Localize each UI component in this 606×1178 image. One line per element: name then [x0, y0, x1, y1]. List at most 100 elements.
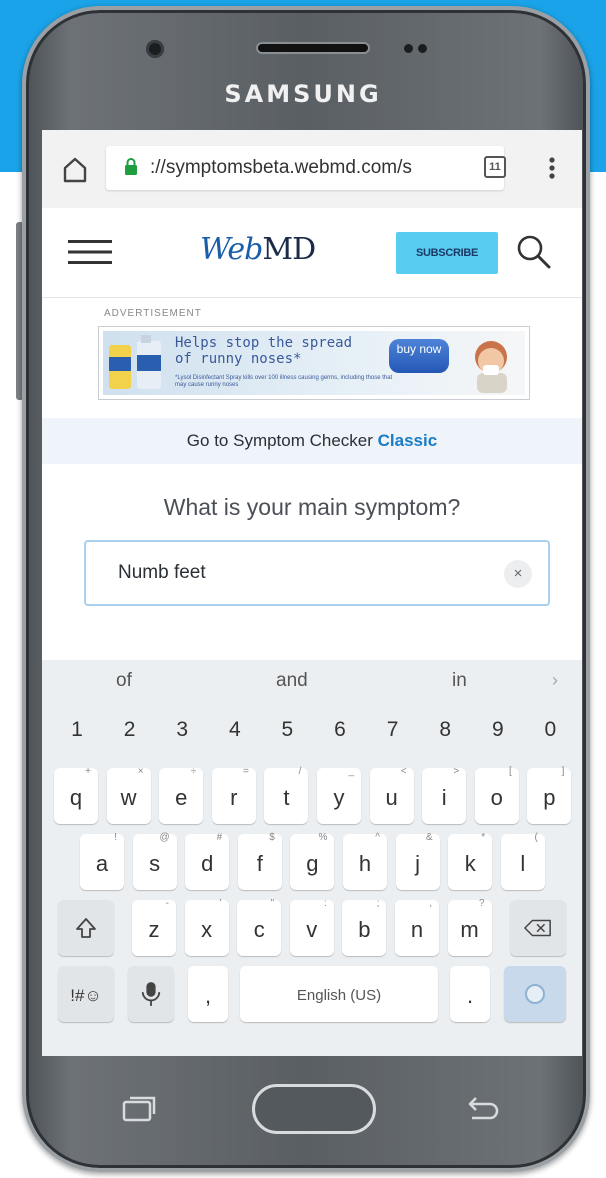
- symptom-input[interactable]: Numb feet ×: [84, 540, 550, 606]
- keyboard-row-3: z - x ' c " v: b; n, m?: [42, 898, 582, 958]
- webmd-logo[interactable]: WebMD: [200, 232, 316, 267]
- key-s[interactable]: s @: [132, 832, 177, 890]
- key-z[interactable]: z-: [132, 898, 176, 956]
- period-key[interactable]: .: [450, 966, 490, 1022]
- clear-input-icon[interactable]: ×: [504, 560, 532, 588]
- key-q[interactable]: q +: [54, 766, 98, 824]
- key-w[interactable]: w ×: [106, 766, 151, 824]
- key-e[interactable]: e ÷: [159, 766, 204, 824]
- comma-key[interactable]: ,: [188, 966, 228, 1022]
- number-key-3[interactable]: 3: [159, 708, 205, 752]
- key-n[interactable]: n,: [395, 898, 439, 956]
- keyboard-row-2: a! s @ d # f $ g% h ^ j & k * l(: [42, 832, 582, 892]
- key-j-hint: &: [425, 832, 433, 843]
- subscribe-button[interactable]: SUBSCRIBE: [396, 232, 498, 274]
- voice-input-key[interactable]: [128, 966, 174, 1022]
- ad-banner[interactable]: Helps stop the spread of runny noses* *L…: [98, 326, 530, 400]
- number-key-8[interactable]: 8: [422, 708, 468, 752]
- key-h[interactable]: h ^: [343, 832, 387, 890]
- key-y[interactable]: y _: [317, 766, 361, 824]
- key-v-hint: :: [324, 898, 327, 909]
- home-icon[interactable]: [62, 154, 88, 184]
- number-key-9[interactable]: 9: [475, 708, 521, 752]
- key-x-label: x: [201, 917, 213, 942]
- suggestion-item[interactable]: in: [452, 670, 467, 692]
- key-c-hint: ": [270, 898, 275, 909]
- key-m[interactable]: m?: [447, 898, 492, 956]
- key-i[interactable]: i >: [422, 766, 467, 824]
- child-image: [475, 341, 507, 393]
- number-key-0[interactable]: 0: [527, 708, 573, 752]
- symbols-key[interactable]: !#☺: [58, 966, 114, 1022]
- key-i-label: i: [441, 785, 447, 810]
- key-q-hint: +: [85, 766, 91, 777]
- suggestion-item[interactable]: of: [116, 670, 132, 692]
- number-key-4[interactable]: 4: [212, 708, 258, 752]
- symptom-checker-classic-bar[interactable]: Go to Symptom Checker Classic: [42, 418, 582, 464]
- tabs-counter-icon[interactable]: 11: [484, 156, 506, 178]
- key-n-hint: ,: [429, 898, 432, 909]
- key-x[interactable]: x ': [184, 898, 229, 956]
- shift-key[interactable]: [58, 900, 114, 956]
- number-key-5[interactable]: 5: [264, 708, 310, 752]
- number-key-6[interactable]: 6: [317, 708, 363, 752]
- key-g-hint: %: [318, 832, 328, 843]
- key-k-hint: *: [481, 832, 486, 843]
- suggestion-item[interactable]: and: [276, 670, 308, 692]
- key-a[interactable]: a!: [80, 832, 124, 890]
- space-key[interactable]: English (US): [240, 966, 438, 1022]
- key-l[interactable]: l(: [500, 832, 545, 890]
- number-key-2[interactable]: 2: [107, 708, 153, 752]
- key-l-label: l: [520, 851, 526, 876]
- url-text: ://symptomsbeta.webmd.com/s: [150, 157, 412, 178]
- key-h-label: h: [358, 851, 372, 876]
- key-s-label: s: [149, 851, 161, 876]
- number-key-7[interactable]: 7: [370, 708, 416, 752]
- key-d[interactable]: d #: [185, 832, 230, 890]
- backspace-key[interactable]: [510, 900, 566, 956]
- backspace-icon: [524, 919, 551, 937]
- key-r-label: r: [230, 785, 238, 810]
- recent-apps-icon[interactable]: [122, 1096, 156, 1122]
- key-j[interactable]: j &: [395, 832, 440, 890]
- key-v-label: v: [306, 917, 318, 942]
- key-k[interactable]: k *: [448, 832, 493, 890]
- key-c-label: c: [253, 917, 265, 942]
- key-f-label: f: [256, 851, 263, 876]
- light-sensor: [418, 44, 427, 53]
- ad-fine-print: *Lysol Disinfectant Spray kills over 100…: [175, 375, 393, 388]
- key-v[interactable]: v:: [289, 898, 334, 956]
- key-n-label: n: [410, 917, 424, 942]
- microphone-icon: [141, 982, 161, 1006]
- key-f[interactable]: f $: [237, 832, 282, 890]
- key-g[interactable]: g%: [290, 832, 335, 890]
- key-t[interactable]: t /: [264, 766, 309, 824]
- number-key-1[interactable]: 1: [54, 708, 100, 752]
- ad-buy-now-button[interactable]: buy now: [389, 339, 449, 373]
- key-c[interactable]: c ": [237, 898, 282, 956]
- key-m-label: m: [460, 917, 479, 942]
- key-o-hint: [: [509, 766, 512, 777]
- chevron-right-icon[interactable]: ›: [552, 670, 558, 691]
- search-icon[interactable]: [514, 232, 554, 272]
- key-u[interactable]: u <: [369, 766, 414, 824]
- key-o[interactable]: o[: [474, 766, 519, 824]
- classic-link[interactable]: Classic: [378, 431, 438, 450]
- home-button[interactable]: [252, 1084, 376, 1134]
- ad-headline-line1: Helps stop the spread: [175, 335, 353, 351]
- hamburger-menu-icon[interactable]: [68, 238, 112, 266]
- ad-headline-line2: of runny noses*: [175, 351, 302, 367]
- more-options-icon[interactable]: [542, 152, 562, 184]
- key-i-hint: >: [453, 766, 460, 777]
- address-bar[interactable]: ://symptomsbeta.webmd.com/s: [106, 146, 504, 190]
- back-icon[interactable]: [466, 1094, 502, 1122]
- on-screen-keyboard: of and in › 1234567890 q + w × e ÷ r = t / y _ u < i > o…: [42, 660, 582, 1056]
- lock-icon: [125, 158, 137, 175]
- key-r[interactable]: r =: [211, 766, 256, 824]
- key-p[interactable]: p]: [527, 766, 572, 824]
- number-row: 1234567890: [42, 708, 582, 754]
- key-b[interactable]: b;: [342, 898, 387, 956]
- suggestion-bar: of and in ›: [42, 660, 582, 704]
- key-b-label: b: [358, 917, 371, 942]
- go-key[interactable]: [504, 966, 566, 1022]
